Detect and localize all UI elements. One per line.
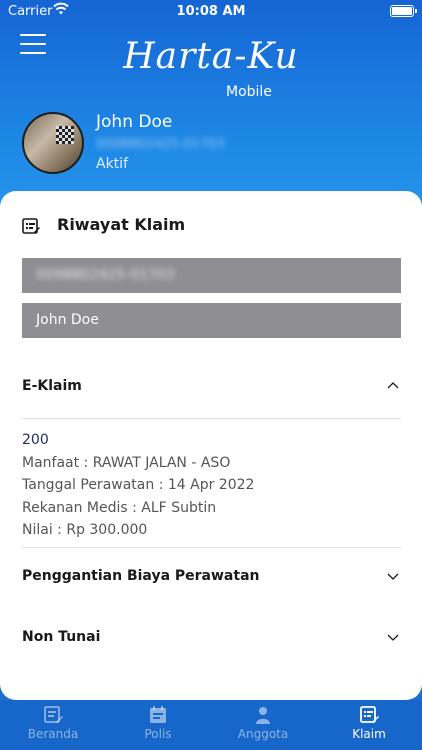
tab-beranda-label: Beranda [27, 727, 79, 741]
status-time: 10:08 AM [176, 4, 246, 19]
divider [22, 418, 401, 419]
chevron-up-icon [387, 382, 399, 389]
tab-klaim[interactable]: Klaim [319, 705, 419, 741]
tab-klaim-label: Klaim [352, 727, 386, 741]
avatar[interactable] [22, 112, 84, 174]
home-doc-icon [44, 706, 63, 723]
tab-polis[interactable]: Polis [108, 705, 208, 741]
section-penggantian-biaya[interactable]: Penggantian Biaya Perawatan [22, 568, 401, 592]
claim-icon [360, 706, 379, 723]
claim-manfaat: Manfaat : RAWAT JALAN - ASO [22, 454, 231, 471]
section-e-klaim-label: E-Klaim [22, 378, 82, 394]
member-name-value: John Doe [36, 312, 99, 328]
status-bar: Carrier 10:08 AM [0, 0, 422, 22]
tab-anggota-label: Anggota [237, 727, 289, 741]
member-id-value: 0098802425-01703 [36, 267, 175, 283]
tab-anggota[interactable]: Anggota [213, 705, 313, 741]
chevron-down-icon [387, 634, 399, 641]
profile-name: John Doe [96, 112, 173, 132]
bottom-tab-bar: Beranda Polis Anggota Klaim [0, 700, 422, 750]
claim-history-card: Riwayat Klaim 0098802425-01703 John Doe … [0, 191, 422, 700]
tab-polis-label: Polis [144, 727, 172, 741]
claim-history-icon [22, 218, 40, 234]
claim-code: 200 [22, 432, 49, 448]
member-id-field[interactable]: 0098802425-01703 [22, 258, 401, 293]
member-name-field[interactable]: John Doe [22, 303, 401, 338]
claim-nilai: Nilai : Rp 300.000 [22, 522, 148, 538]
person-icon [256, 707, 270, 724]
profile-member-id: 0098802425-01703 [96, 137, 225, 152]
profile-status: Aktif [96, 156, 128, 172]
section-penggantian-label: Penggantian Biaya Perawatan [22, 568, 260, 584]
app-logo: Harta-Ku [123, 36, 299, 77]
claim-rekanan: Rekanan Medis : ALF Subtin [22, 499, 217, 516]
section-non-tunai[interactable]: Non Tunai [22, 629, 401, 653]
tab-beranda[interactable]: Beranda [3, 705, 103, 741]
policy-icon [150, 706, 166, 723]
claim-entry[interactable]: 200 Manfaat : RAWAT JALAN - ASO Tanggal … [22, 429, 401, 542]
section-e-klaim[interactable]: E-Klaim [22, 378, 401, 402]
chevron-down-icon [387, 573, 399, 580]
claim-tanggal: Tanggal Perawatan : 14 Apr 2022 [22, 477, 255, 493]
app-logo-subtitle: Mobile [226, 84, 272, 100]
section-non-tunai-label: Non Tunai [22, 629, 101, 645]
divider [22, 547, 401, 548]
battery-icon [390, 5, 417, 17]
card-title: Riwayat Klaim [57, 215, 186, 234]
